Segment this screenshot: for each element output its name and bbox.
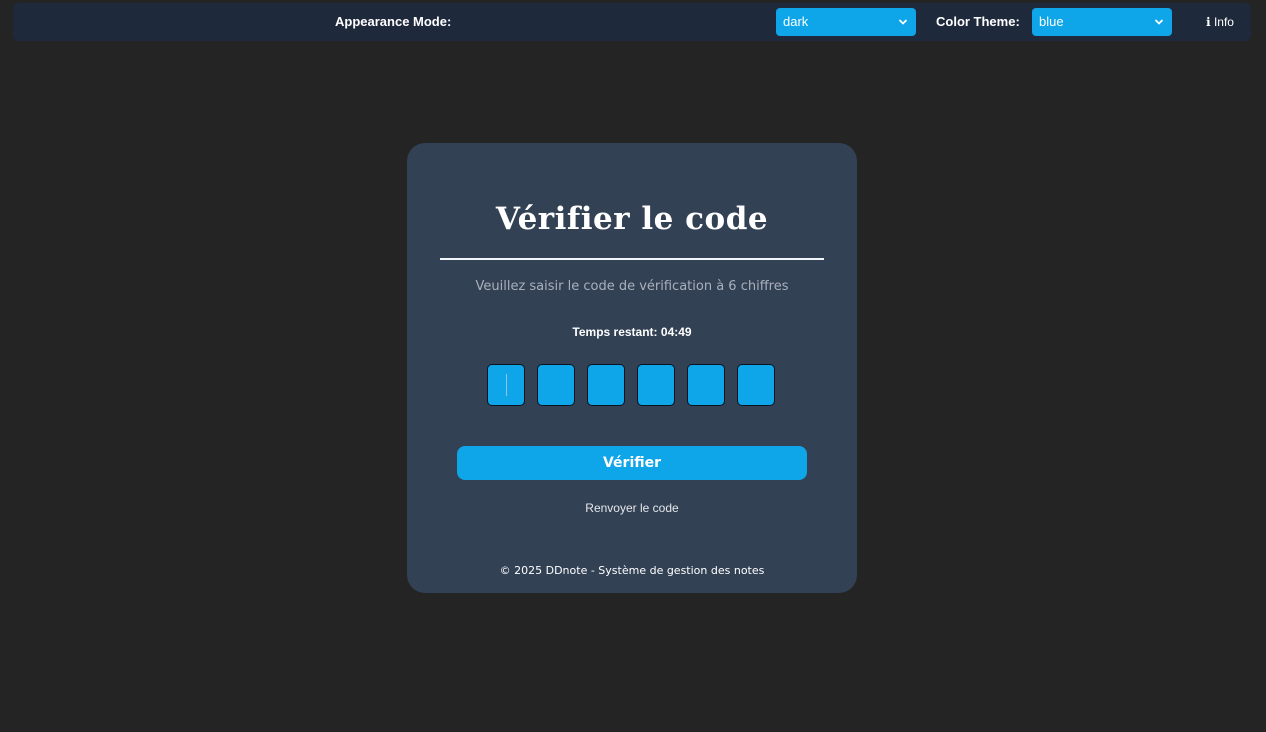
instructions-text: Veuillez saisir le code de vérification … xyxy=(475,279,789,294)
resend-code-link[interactable]: Renvoyer le code xyxy=(407,501,857,515)
page-title: Vérifier le code xyxy=(495,201,769,237)
info-icon: ℹ xyxy=(1206,15,1211,29)
color-theme-value: blue xyxy=(1039,14,1064,29)
title-divider xyxy=(440,258,824,260)
timer-label: Temps restant: xyxy=(572,325,658,339)
appearance-mode-label: Appearance Mode: xyxy=(335,14,452,29)
top-toolbar: Appearance Mode: dark Color Theme: blue … xyxy=(13,3,1251,41)
otp-digit-3[interactable] xyxy=(587,364,625,406)
otp-input-group xyxy=(487,364,777,408)
appearance-mode-value: dark xyxy=(783,14,809,29)
text-caret xyxy=(506,374,507,396)
info-label: Info xyxy=(1213,15,1234,29)
otp-digit-2[interactable] xyxy=(537,364,575,406)
footer-copyright: © 2025 DDnote - Système de gestion des n… xyxy=(499,564,765,577)
verify-button[interactable]: Vérifier xyxy=(457,446,807,480)
otp-digit-4[interactable] xyxy=(637,364,675,406)
countdown-timer: Temps restant: 04:49 xyxy=(407,325,857,339)
otp-digit-6[interactable] xyxy=(737,364,775,406)
otp-digit-5[interactable] xyxy=(687,364,725,406)
timer-value: 04:49 xyxy=(660,325,692,339)
color-theme-label: Color Theme: xyxy=(936,14,1020,29)
appearance-mode-select[interactable]: dark xyxy=(776,8,916,36)
info-button[interactable]: ℹ Info xyxy=(1193,8,1247,36)
color-theme-select[interactable]: blue xyxy=(1032,8,1172,36)
verification-card: Vérifier le code Veuillez saisir le code… xyxy=(407,143,857,593)
chevron-down-icon xyxy=(1154,19,1164,25)
chevron-down-icon xyxy=(898,19,908,25)
